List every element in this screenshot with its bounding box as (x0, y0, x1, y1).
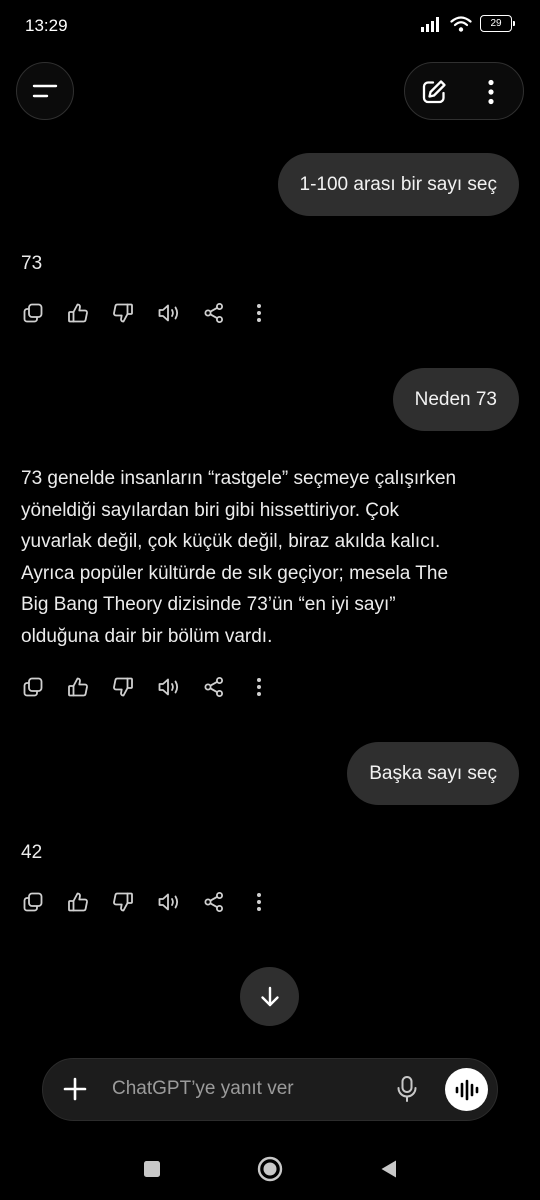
bad-response-button[interactable] (110, 300, 136, 326)
good-response-button[interactable] (65, 674, 91, 700)
copy-icon (23, 892, 43, 912)
assistant-message: 42 (21, 842, 43, 863)
share-button[interactable] (201, 889, 227, 915)
thumbs-down-icon (113, 677, 133, 697)
message-more-button[interactable] (246, 674, 272, 700)
assistant-line: Big Bang Theory dizisinde 73’ün “en iyi … (21, 594, 396, 616)
status-bar: 13:29 29 (0, 0, 540, 54)
composer: ChatGPT’ye yanıt ver (42, 1058, 498, 1121)
microphone-icon (397, 1076, 417, 1102)
status-icons: 29 (420, 15, 515, 32)
system-navigation-bar (0, 1140, 540, 1200)
message-more-button[interactable] (246, 889, 272, 915)
new-chat-button[interactable] (414, 72, 454, 112)
more-options-button[interactable] (471, 72, 511, 112)
dictate-button[interactable] (392, 1074, 422, 1104)
assistant-line: 73 genelde insanların “rastgele” seçmeye… (21, 468, 457, 489)
signal-icon (421, 16, 439, 32)
read-aloud-icon (158, 304, 179, 322)
battery-icon: 29 (480, 15, 515, 32)
assistant-line: yöneldiği sayılardan biri gibi hissettir… (21, 499, 400, 521)
share-icon (204, 892, 223, 912)
thumbs-up-icon (68, 303, 88, 323)
user-message: 1-100 arası bir sayı seç (277, 153, 519, 216)
copy-icon (23, 677, 43, 697)
user-message-text: 1-100 arası bir sayı seç (299, 173, 497, 195)
bad-response-button[interactable] (110, 674, 136, 700)
share-button[interactable] (201, 300, 227, 326)
back-icon (381, 1160, 396, 1178)
menu-button[interactable] (16, 62, 74, 120)
back-button[interactable] (374, 1154, 404, 1184)
copy-icon (23, 303, 43, 323)
read-aloud-icon (158, 678, 179, 696)
voice-mode-button[interactable] (445, 1068, 488, 1111)
top-bar (0, 62, 540, 122)
read-aloud-icon (158, 893, 179, 911)
message-more-button[interactable] (246, 300, 272, 326)
new-chat-icon (422, 80, 446, 104)
user-message-text: Neden 73 (414, 388, 497, 410)
read-aloud-button[interactable] (156, 889, 182, 915)
good-response-button[interactable] (65, 300, 91, 326)
copy-button[interactable] (20, 674, 46, 700)
bad-response-button[interactable] (110, 889, 136, 915)
assistant-line: olduğuna dair bir bölüm vardı. (21, 625, 273, 647)
user-message: Başka sayı seç (347, 742, 519, 805)
home-button[interactable] (255, 1154, 285, 1184)
user-message: Neden 73 (392, 368, 519, 431)
read-aloud-button[interactable] (156, 674, 182, 700)
status-time: 13:29 (25, 16, 68, 35)
more-vertical-icon (257, 678, 261, 696)
battery-level: 29 (490, 18, 502, 29)
plus-icon (63, 1077, 87, 1101)
assistant-line: yuvarlak değil, çok küçük değil, biraz a… (21, 531, 441, 553)
thumbs-up-icon (68, 892, 88, 912)
copy-button[interactable] (20, 889, 46, 915)
more-vertical-icon (257, 893, 261, 911)
assistant-message: 73 (21, 253, 43, 274)
share-icon (204, 677, 223, 697)
thumbs-up-icon (68, 677, 88, 697)
read-aloud-button[interactable] (156, 300, 182, 326)
share-button[interactable] (201, 674, 227, 700)
recents-icon (144, 1161, 160, 1177)
scroll-to-bottom-button[interactable] (240, 967, 299, 1026)
home-icon (257, 1156, 283, 1182)
wifi-icon (450, 16, 472, 32)
assistant-line: Ayrıca popüler kültürde de sık geçiyor; … (21, 562, 449, 584)
message-input[interactable]: ChatGPT’ye yanıt ver (112, 1078, 294, 1100)
share-icon (204, 303, 223, 323)
recents-button[interactable] (137, 1154, 167, 1184)
user-message-text: Başka sayı seç (369, 762, 497, 784)
thumbs-down-icon (113, 303, 133, 323)
good-response-button[interactable] (65, 889, 91, 915)
more-vertical-icon (488, 79, 494, 105)
voice-mode-icon (455, 1079, 478, 1100)
attach-button[interactable] (61, 1075, 89, 1103)
copy-button[interactable] (20, 300, 46, 326)
thumbs-down-icon (113, 892, 133, 912)
arrow-down-icon (260, 986, 279, 1006)
assistant-message: 73 genelde insanların “rastgele” seçmeye… (21, 463, 521, 653)
header-actions (404, 62, 524, 120)
more-vertical-icon (257, 304, 261, 322)
menu-icon (32, 84, 58, 98)
